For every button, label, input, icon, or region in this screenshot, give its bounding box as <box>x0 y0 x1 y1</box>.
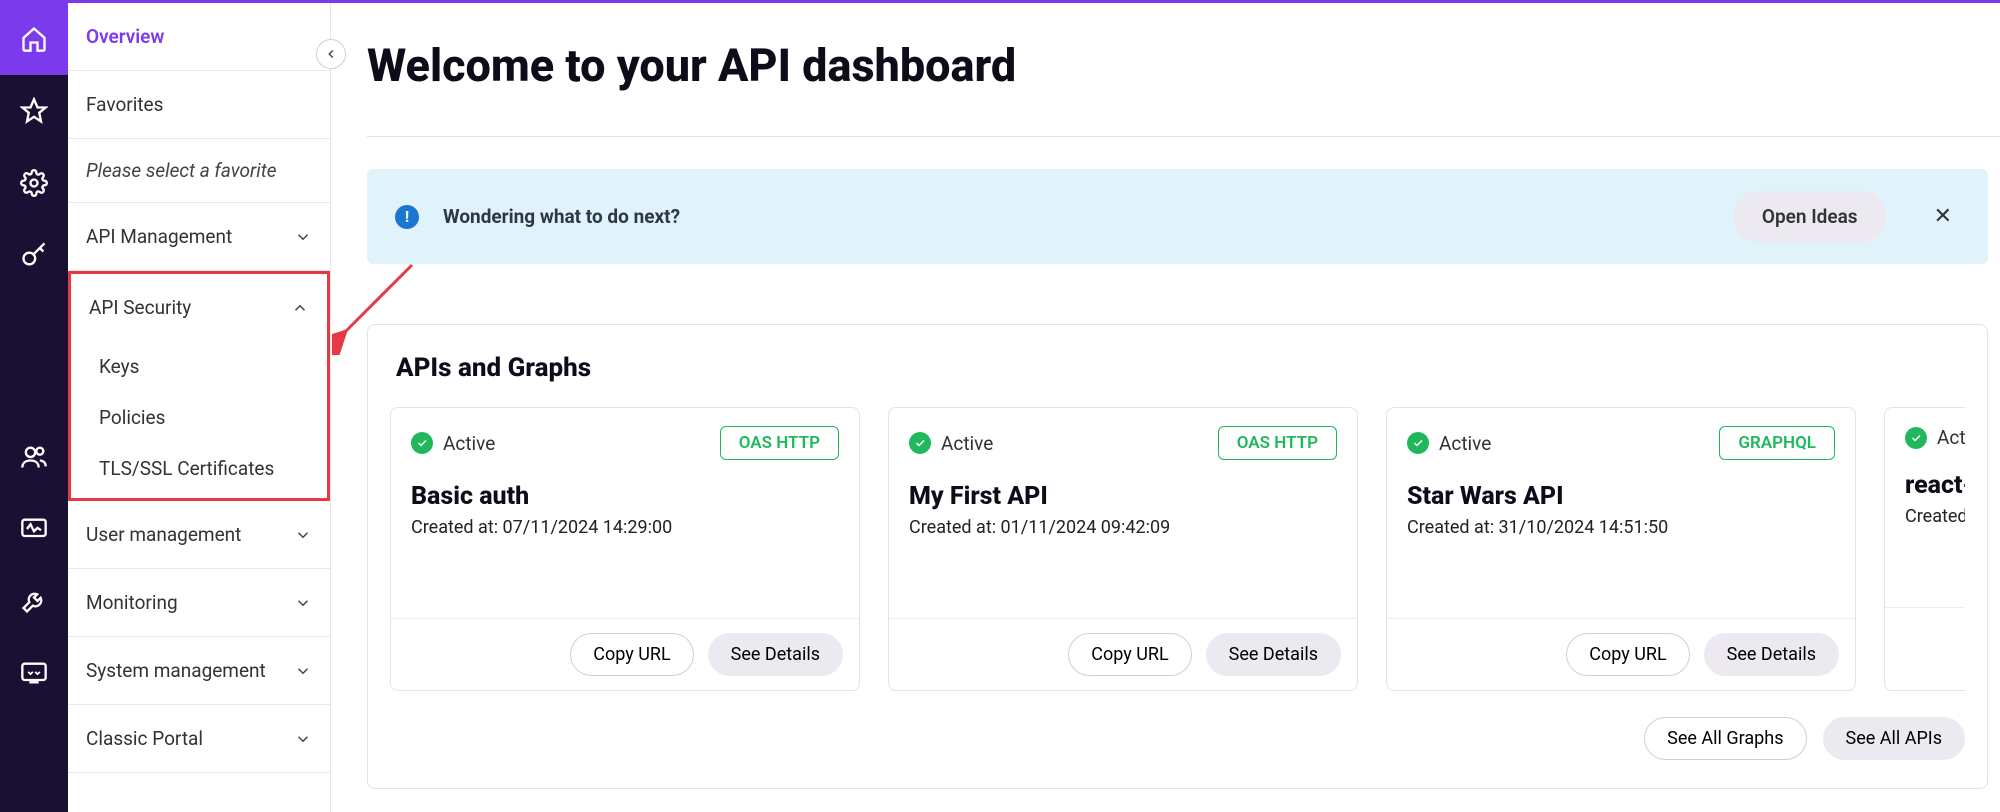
chevron-down-icon <box>294 228 312 246</box>
iconbar-home[interactable] <box>0 3 68 75</box>
star-icon <box>20 97 48 125</box>
sidebar-item-favorites[interactable]: Favorites <box>68 71 330 139</box>
monitor-icon <box>20 515 48 543</box>
check-icon <box>1407 432 1429 454</box>
divider <box>367 136 2000 137</box>
chevron-left-icon <box>324 47 338 61</box>
see-details-button[interactable]: See Details <box>708 633 843 676</box>
see-all-apis-button[interactable]: See All APIs <box>1823 717 1966 760</box>
page-title: Welcome to your API dashboard <box>367 39 2000 92</box>
info-banner-text: Wondering what to do next? <box>443 205 680 228</box>
copy-url-button[interactable]: Copy URL <box>1566 633 1689 676</box>
copy-url-button[interactable]: Copy URL <box>570 633 693 676</box>
sidebar-item-monitoring[interactable]: Monitoring <box>68 569 330 637</box>
sidebar-item-label: Favorites <box>86 93 163 116</box>
sidebar-item-label: API Security <box>89 296 191 319</box>
home-icon <box>20 25 48 53</box>
sidebar-item-classic-portal[interactable]: Classic Portal <box>68 705 330 773</box>
api-card-created: Created at: 07/11/2024 14:29:00 <box>411 517 839 538</box>
main-area: Welcome to your API dashboard ! Wonderin… <box>331 3 2000 812</box>
see-details-button[interactable]: See Details <box>1206 633 1341 676</box>
status-label: Active <box>1439 432 1491 455</box>
close-banner-button[interactable]: ✕ <box>1926 200 1960 233</box>
api-card: Active react-co Created at: Copy URL See… <box>1884 407 1965 691</box>
sidebar-item-overview[interactable]: Overview <box>68 3 330 71</box>
sidebar-subitem-keys[interactable]: Keys <box>71 341 327 392</box>
api-type-tag: GRAPHQL <box>1719 426 1835 460</box>
status-badge: Active <box>411 432 495 455</box>
panel-footer: See All Graphs See All APIs <box>390 717 1965 760</box>
sidebar-item-api-security[interactable]: API Security <box>71 274 327 341</box>
api-card: Active GRAPHQL Star Wars API Created at:… <box>1386 407 1856 691</box>
status-label: Active <box>1937 426 1965 449</box>
iconbar-favorites[interactable] <box>0 75 68 147</box>
sidebar-item-label: Classic Portal <box>86 727 203 750</box>
chevron-down-icon <box>294 662 312 680</box>
sidebar-item-label: System management <box>86 659 266 682</box>
iconbar-settings[interactable] <box>0 147 68 219</box>
key-icon <box>20 241 48 269</box>
api-card: Active OAS HTTP My First API Created at:… <box>888 407 1358 691</box>
sidebar: Overview Favorites Please select a favor… <box>68 3 331 812</box>
chevron-down-icon <box>294 730 312 748</box>
status-badge: Active <box>909 432 993 455</box>
api-card-title: react-co <box>1905 471 1965 500</box>
users-icon <box>20 443 48 471</box>
sidebar-item-label: User management <box>86 523 241 546</box>
sidebar-item-user-management[interactable]: User management <box>68 501 330 569</box>
api-cards-row: Active OAS HTTP Basic auth Created at: 0… <box>390 407 1965 691</box>
chevron-down-icon <box>294 526 312 544</box>
iconbar-security[interactable] <box>0 219 68 291</box>
sidebar-favorites-note: Please select a favorite <box>68 139 330 203</box>
sidebar-group-api-security: API Security Keys Policies TLS/SSL Certi… <box>68 271 330 501</box>
status-badge: Active <box>1407 432 1491 455</box>
sidebar-item-label: Overview <box>86 25 164 48</box>
sidebar-subitem-certs[interactable]: TLS/SSL Certificates <box>71 443 327 498</box>
icon-rail <box>0 3 68 812</box>
api-card-created: Created at: <box>1905 506 1965 527</box>
see-all-graphs-button[interactable]: See All Graphs <box>1644 717 1806 760</box>
copy-url-button[interactable]: Copy URL <box>1068 633 1191 676</box>
status-badge: Active <box>1905 426 1965 449</box>
check-icon <box>909 432 931 454</box>
apis-panel: APIs and Graphs Active OAS HTTP Basic au… <box>367 324 1988 789</box>
open-ideas-button[interactable]: Open Ideas <box>1734 191 1886 242</box>
iconbar-monitoring[interactable] <box>0 493 68 565</box>
wrench-icon <box>20 587 48 615</box>
api-card-title: Basic auth <box>411 482 839 511</box>
api-card-created: Created at: 01/11/2024 09:42:09 <box>909 517 1337 538</box>
api-card-created: Created at: 31/10/2024 14:51:50 <box>1407 517 1835 538</box>
check-icon <box>1905 427 1927 449</box>
api-card-title: My First API <box>909 482 1337 511</box>
iconbar-system[interactable] <box>0 565 68 637</box>
status-label: Active <box>443 432 495 455</box>
sidebar-item-label: API Management <box>86 225 232 248</box>
sidebar-collapse-button[interactable] <box>316 39 346 69</box>
info-banner: ! Wondering what to do next? Open Ideas … <box>367 169 1988 264</box>
portal-icon <box>20 659 48 687</box>
sidebar-item-label: Monitoring <box>86 591 178 614</box>
status-label: Active <box>941 432 993 455</box>
iconbar-portal[interactable] <box>0 637 68 709</box>
chevron-up-icon <box>291 299 309 317</box>
api-type-tag: OAS HTTP <box>720 426 839 460</box>
chevron-down-icon <box>294 594 312 612</box>
iconbar-users[interactable] <box>0 421 68 493</box>
check-icon <box>411 432 433 454</box>
sidebar-subitem-policies[interactable]: Policies <box>71 392 327 443</box>
api-type-tag: OAS HTTP <box>1218 426 1337 460</box>
panel-title: APIs and Graphs <box>396 353 1965 383</box>
sidebar-item-api-management[interactable]: API Management <box>68 203 330 271</box>
sidebar-item-system-management[interactable]: System management <box>68 637 330 705</box>
api-card-title: Star Wars API <box>1407 482 1835 511</box>
see-details-button[interactable]: See Details <box>1704 633 1839 676</box>
api-card: Active OAS HTTP Basic auth Created at: 0… <box>390 407 860 691</box>
info-icon: ! <box>395 205 419 229</box>
gear-icon <box>20 169 48 197</box>
